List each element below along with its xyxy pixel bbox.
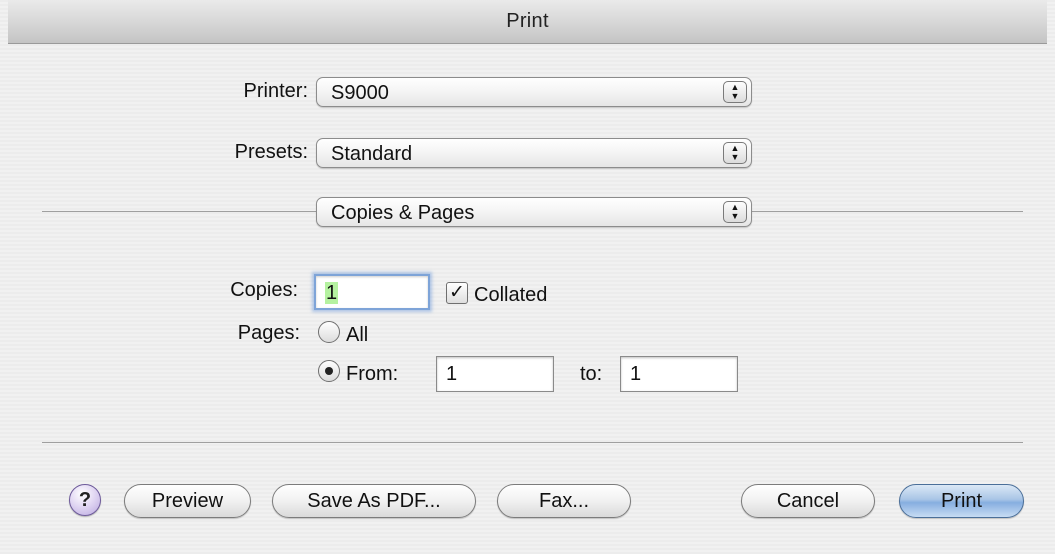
copies-field[interactable]: 1 <box>314 274 430 310</box>
presets-value: Standard <box>331 143 413 165</box>
pages-label: Pages: <box>237 322 300 344</box>
panel-popup[interactable]: Copies & Pages ▲ ▼ <box>316 197 752 227</box>
divider-right <box>752 211 1023 212</box>
collated-checkbox[interactable]: ✓ <box>446 282 468 304</box>
pages-all-label: All <box>346 324 369 346</box>
fax-button[interactable]: Fax... <box>497 484 631 518</box>
printer-label: Printer: <box>243 80 308 102</box>
presets-label: Presets: <box>234 141 308 163</box>
printer-value: S9000 <box>331 82 389 104</box>
print-dialog: Print Printer: S9000 ▲ ▼ Presets: Standar… <box>0 0 1055 554</box>
pages-all-radio[interactable] <box>318 321 340 343</box>
divider-bottom <box>42 442 1023 443</box>
pages-to-field[interactable]: 1 <box>620 356 738 392</box>
title-bar[interactable]: Print <box>8 0 1047 44</box>
copies-value: 1 <box>325 282 339 304</box>
save-as-pdf-button[interactable]: Save As PDF... <box>272 484 476 518</box>
divider-left <box>42 211 316 212</box>
window-title: Print <box>506 10 549 32</box>
panel-value: Copies & Pages <box>331 202 475 224</box>
up-down-arrows-icon: ▲ ▼ <box>723 201 747 223</box>
pages-from-label: From: <box>346 363 399 385</box>
printer-popup[interactable]: S9000 ▲ ▼ <box>316 77 752 107</box>
pages-from-field[interactable]: 1 <box>436 356 554 392</box>
pages-from-radio[interactable] <box>318 360 340 382</box>
collated-label: Collated <box>474 284 548 306</box>
preview-button[interactable]: Preview <box>124 484 251 518</box>
print-button[interactable]: Print <box>899 484 1024 518</box>
help-button[interactable]: ? <box>69 484 101 516</box>
up-down-arrows-icon: ▲ ▼ <box>723 142 747 164</box>
copies-label: Copies: <box>230 279 298 301</box>
up-down-arrows-icon: ▲ ▼ <box>723 81 747 103</box>
help-icon: ? <box>78 489 92 511</box>
checkmark-icon: ✓ <box>449 282 465 303</box>
presets-popup[interactable]: Standard ▲ ▼ <box>316 138 752 168</box>
cancel-button[interactable]: Cancel <box>741 484 875 518</box>
pages-to-label: to: <box>580 363 603 385</box>
